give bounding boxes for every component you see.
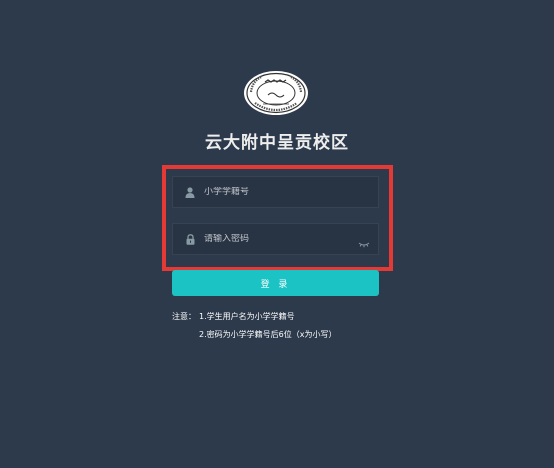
lock-icon: [183, 232, 197, 246]
password-field[interactable]: [172, 223, 379, 255]
school-logo: [243, 70, 309, 116]
note-line-1: 1.学生用户名为小学学籍号: [199, 312, 295, 321]
login-button[interactable]: 登 录: [172, 270, 379, 296]
note-line-2: 2.密码为小学学籍号后6位（x为小写）: [199, 330, 337, 339]
note-prefix: 注意：: [172, 312, 196, 321]
username-field[interactable]: [172, 176, 379, 208]
password-input[interactable]: [204, 234, 354, 244]
page-title: 云大附中呈贡校区: [205, 133, 349, 153]
user-icon: [183, 185, 197, 199]
eye-closed-icon[interactable]: [358, 234, 370, 248]
username-input[interactable]: [204, 187, 354, 197]
